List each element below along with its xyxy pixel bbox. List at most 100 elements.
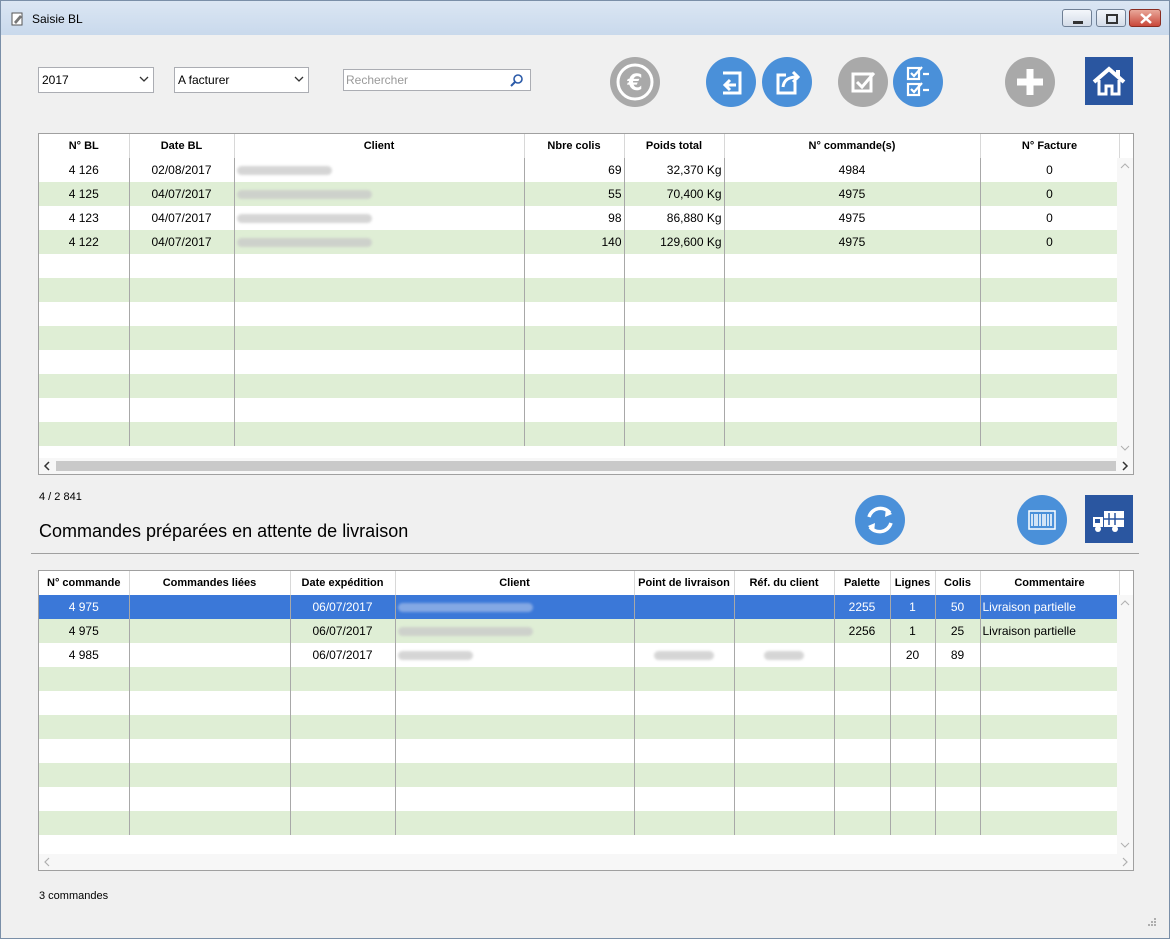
orders-table[interactable]: N° commande Commandes liées Date expédit…	[38, 570, 1134, 871]
bl-table[interactable]: N° BL Date BL Client Nbre colis Poids to…	[38, 133, 1134, 475]
empty-row	[39, 763, 1120, 787]
status-select[interactable]: A facturer	[174, 67, 309, 93]
close-button[interactable]	[1129, 9, 1161, 27]
order-liees-cell	[129, 643, 291, 667]
section-divider	[31, 553, 1139, 554]
status-select-value: A facturer	[178, 73, 230, 87]
table-row[interactable]: 4 985 06/07/2017 20 89	[39, 643, 1120, 667]
empty-row	[39, 667, 1120, 691]
chevron-right-icon	[1122, 857, 1128, 867]
order-colis-cell: 25	[935, 619, 981, 643]
delivery-button[interactable]	[1085, 495, 1133, 543]
order-lignes-cell: 1	[890, 619, 936, 643]
title-bar: Saisie BL	[1, 1, 1169, 35]
table-row[interactable]: 4 125 04/07/2017 55 70,400 Kg 4975 0	[39, 182, 1120, 206]
scroll-arrows-icon	[1120, 600, 1130, 848]
import-button[interactable]	[706, 57, 756, 107]
export-button[interactable]	[762, 57, 812, 107]
col-header-ref-client[interactable]: Réf. du client	[734, 571, 835, 595]
col-header-num-commandes[interactable]: N° commande(s)	[724, 134, 981, 158]
order-date-cell: 06/07/2017	[290, 595, 396, 619]
orders-table-header: N° commande Commandes liées Date expédit…	[39, 571, 1120, 595]
validate-button[interactable]	[838, 57, 888, 107]
order-palette-cell: 2256	[834, 619, 891, 643]
table-row[interactable]: 4 123 04/07/2017 98 86,880 Kg 4975 0	[39, 206, 1120, 230]
bl-horizontal-scrollbar[interactable]	[39, 458, 1133, 474]
orders-vertical-scrollbar[interactable]	[1117, 595, 1133, 854]
barcode-button[interactable]	[1017, 495, 1067, 545]
order-liees-cell	[129, 595, 291, 619]
bl-commande-cell: 4975	[724, 206, 981, 230]
minimize-icon	[1073, 21, 1083, 24]
search-input[interactable]: Rechercher	[343, 69, 531, 91]
bl-vertical-scrollbar[interactable]	[1117, 158, 1133, 458]
order-point-cell	[634, 595, 735, 619]
col-header-client[interactable]: Client	[395, 571, 635, 595]
order-client-cell	[395, 619, 635, 643]
col-header-commentaire[interactable]: Commentaire	[980, 571, 1120, 595]
bl-colis-cell: 98	[524, 206, 625, 230]
col-header-num-facture[interactable]: N° Facture	[980, 134, 1120, 158]
empty-row	[39, 326, 1120, 350]
table-row[interactable]: 4 122 04/07/2017 140 129,600 Kg 4975 0	[39, 230, 1120, 254]
redacted-text	[236, 166, 332, 176]
refresh-button[interactable]	[855, 495, 905, 545]
validate-all-button[interactable]	[893, 57, 943, 107]
empty-row	[39, 422, 1120, 446]
redacted-text	[397, 603, 533, 613]
col-header-commandes-liees[interactable]: Commandes liées	[129, 571, 291, 595]
order-lignes-cell: 20	[890, 643, 936, 667]
redacted-text	[654, 651, 714, 661]
col-header-num-commande[interactable]: N° commande	[39, 571, 130, 595]
minimize-button[interactable]	[1062, 9, 1092, 27]
import-icon	[722, 71, 742, 95]
col-header-date-expedition[interactable]: Date expédition	[290, 571, 396, 595]
empty-row	[39, 787, 1120, 811]
col-header-palette[interactable]: Palette	[834, 571, 891, 595]
order-point-cell	[634, 619, 735, 643]
col-header-point-livraison[interactable]: Point de livraison	[634, 571, 735, 595]
order-commentaire-cell: Livraison partielle	[980, 619, 1120, 643]
empty-row	[39, 691, 1120, 715]
col-header-num-bl[interactable]: N° BL	[39, 134, 130, 158]
order-colis-cell: 89	[935, 643, 981, 667]
bl-facture-cell: 0	[980, 206, 1120, 230]
bl-date-cell: 04/07/2017	[129, 182, 235, 206]
table-row[interactable]: 4 126 02/08/2017 69 32,370 Kg 4984 0	[39, 158, 1120, 182]
maximize-button[interactable]	[1096, 9, 1126, 27]
bl-colis-cell: 140	[524, 230, 625, 254]
col-header-date-bl[interactable]: Date BL	[129, 134, 235, 158]
bl-commande-cell: 4975	[724, 182, 981, 206]
bl-client-cell	[234, 182, 525, 206]
orders-horizontal-scrollbar[interactable]	[39, 854, 1133, 870]
order-date-cell: 06/07/2017	[290, 643, 396, 667]
year-select-value: 2017	[42, 73, 69, 87]
order-liees-cell	[129, 619, 291, 643]
table-row[interactable]: 4 975 06/07/2017 2255 1 50 Livraison par…	[39, 595, 1120, 619]
empty-row	[39, 715, 1120, 739]
col-header-client[interactable]: Client	[234, 134, 525, 158]
add-icon	[1017, 69, 1043, 95]
validate-all-icon	[906, 66, 929, 97]
orders-count-label: 3 commandes	[39, 890, 109, 902]
col-header-colis[interactable]: Colis	[935, 571, 981, 595]
col-header-lignes[interactable]: Lignes	[890, 571, 936, 595]
search-placeholder: Rechercher	[346, 73, 409, 87]
order-ref-cell	[734, 619, 835, 643]
year-select[interactable]: 2017	[38, 67, 154, 93]
invoice-button[interactable]: €	[610, 57, 660, 107]
add-button[interactable]	[1005, 57, 1055, 107]
home-button[interactable]	[1085, 57, 1133, 105]
bl-num-cell: 4 123	[39, 206, 130, 230]
scrollbar-thumb[interactable]	[56, 461, 1116, 471]
col-header-poids-total[interactable]: Poids total	[624, 134, 725, 158]
col-header-nbre-colis[interactable]: Nbre colis	[524, 134, 625, 158]
app-icon	[11, 12, 23, 26]
bl-client-cell	[234, 230, 525, 254]
resize-grip-icon[interactable]	[1147, 917, 1157, 927]
table-row[interactable]: 4 975 06/07/2017 2256 1 25 Livraison par…	[39, 619, 1120, 643]
order-lignes-cell: 1	[890, 595, 936, 619]
redacted-text	[397, 627, 533, 637]
empty-row	[39, 350, 1120, 374]
chevron-left-icon	[44, 857, 50, 867]
